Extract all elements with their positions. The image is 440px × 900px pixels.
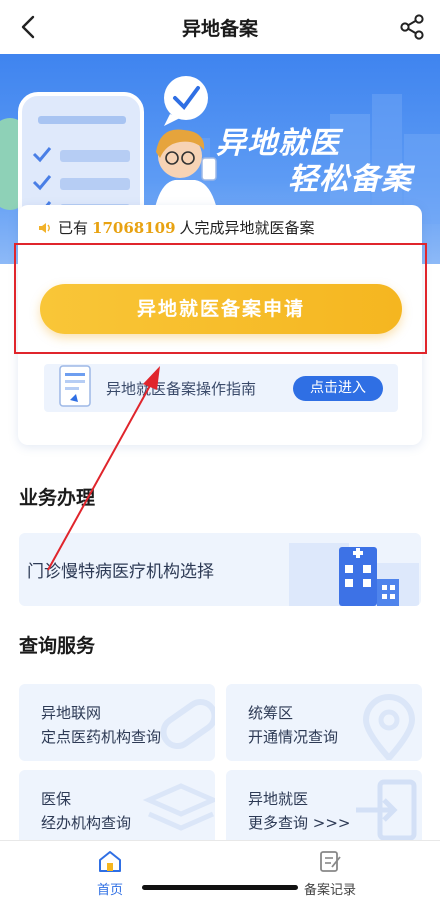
record-icon	[320, 851, 341, 872]
home-indicator	[142, 885, 298, 890]
home-icon	[99, 851, 121, 872]
tab-records-label: 备案记录	[303, 883, 356, 898]
annotation-arrow	[47, 366, 160, 571]
tab-home[interactable]: 首页	[65, 849, 155, 898]
tab-bar: 首页 备案记录	[0, 840, 440, 900]
tab-records[interactable]: 备案记录	[285, 849, 375, 898]
